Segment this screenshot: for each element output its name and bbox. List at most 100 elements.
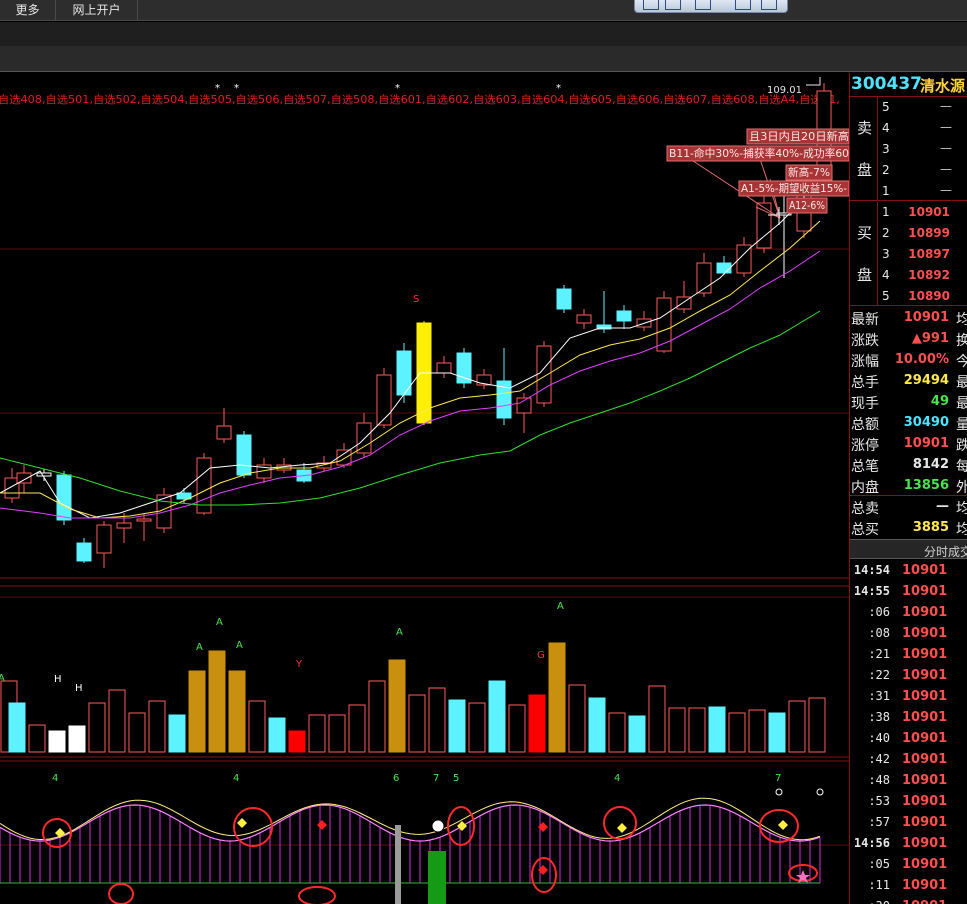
sell-level-row[interactable]: 3—	[880, 139, 967, 160]
level-number: 3	[882, 142, 890, 156]
tool-icon[interactable]	[665, 0, 681, 10]
volume-marker-h: H	[54, 674, 62, 685]
tick-row[interactable]: :11 10901	[850, 875, 967, 896]
tick-row[interactable]: :38 10901	[850, 707, 967, 728]
indicator-count: 4	[52, 773, 58, 784]
tick-row[interactable]: :57 10901	[850, 812, 967, 833]
stock-code[interactable]: 300437	[851, 74, 922, 94]
tick-row[interactable]: :53 10901	[850, 791, 967, 812]
tick-row[interactable]: 14:56 10901	[850, 833, 967, 854]
annotation-text: 且3日内且20日新高	[749, 129, 849, 143]
stat-value: 29494	[903, 373, 949, 388]
tick-time: :11	[868, 878, 890, 892]
volume-bar	[228, 670, 246, 753]
candle-body	[356, 422, 372, 454]
volume-marker-h: H	[75, 683, 83, 694]
tick-row[interactable]: :48 10901	[850, 770, 967, 791]
tick-price: 10901	[902, 626, 948, 641]
level-number: 2	[882, 163, 890, 177]
stat-label-secondary: 外	[956, 477, 967, 497]
stat-row: 最新 10901 均	[850, 307, 967, 328]
menu-open-account[interactable]: 网上开户	[56, 0, 138, 20]
volume-bar	[808, 697, 826, 753]
tick-list-title: 分时成交	[924, 545, 967, 559]
stat-value: 13856	[903, 478, 949, 493]
tick-row[interactable]: :05 10901	[850, 854, 967, 875]
tick-row[interactable]: :22 10901	[850, 665, 967, 686]
stat-row: 涨幅 10.00% 今	[850, 349, 967, 370]
stat-label-secondary: 最	[956, 372, 967, 392]
stat-label: 总买	[851, 522, 879, 538]
tick-row[interactable]: 14:55 10901	[850, 581, 967, 602]
volume-bar	[688, 707, 706, 753]
stat-label: 总额	[851, 417, 879, 433]
tick-price: 10901	[902, 878, 948, 893]
star-marker: *	[234, 83, 239, 94]
highlight-circle	[298, 886, 336, 904]
candle-body	[16, 472, 32, 484]
volume-layer	[0, 642, 826, 753]
sell-book-label: 盘	[857, 161, 873, 179]
stat-row: 涨跌 ▲991 换	[850, 328, 967, 349]
buy-level-row[interactable]: 4 10892	[880, 265, 967, 286]
stat-row: 总买 3885 均	[850, 517, 967, 538]
tool-icon[interactable]	[735, 0, 751, 10]
kline-chart[interactable]: 自选408,自选501,自选502,自选504,自选505,自选506,自选50…	[0, 73, 849, 904]
tick-row[interactable]: :08 10901	[850, 623, 967, 644]
toolbar-widget[interactable]	[634, 0, 788, 13]
volume-bar	[148, 700, 166, 753]
menu-more[interactable]: 更多	[0, 0, 56, 20]
stat-row: 内盘 13856 外	[850, 475, 967, 496]
candle-body	[216, 425, 232, 440]
volume-marker-a: A	[216, 617, 223, 628]
tick-row[interactable]: 14:54 10901	[850, 560, 967, 581]
buy-level-row[interactable]: 1 10901	[880, 202, 967, 223]
tick-row[interactable]: :42 10901	[850, 749, 967, 770]
stat-label: 最新	[851, 312, 879, 328]
stock-name[interactable]: 清水源	[920, 75, 965, 96]
tool-icon[interactable]	[761, 0, 777, 10]
sell-book-title: 卖 盘	[850, 97, 878, 201]
tick-row[interactable]: :31 10901	[850, 686, 967, 707]
quote-panel: 300437 清水源 卖 盘 5— 4— 3— 2— 1— 买 盘 1 10901…	[849, 73, 967, 904]
tick-row[interactable]: :30 10901	[850, 896, 967, 904]
volume-bar	[768, 712, 786, 753]
volume-bar	[568, 684, 586, 753]
volume-bar	[48, 730, 66, 753]
volume-bar	[788, 700, 806, 753]
tick-time: :31	[868, 689, 890, 703]
volume-bar	[528, 694, 546, 753]
tool-icon[interactable]	[643, 0, 659, 10]
tick-row[interactable]: :06 10901	[850, 602, 967, 623]
stat-value: ▲991	[911, 331, 949, 346]
stat-value: 8142	[912, 457, 949, 472]
buy-level-row[interactable]: 3 10897	[880, 244, 967, 265]
favorites-row[interactable]: 自选408,自选501,自选502,自选504,自选505,自选506,自选50…	[0, 93, 840, 106]
tick-time: :48	[868, 773, 890, 787]
buy-level-row[interactable]: 5 10890	[880, 286, 967, 307]
stat-label-secondary: 跌	[956, 435, 967, 455]
stat-label-secondary: 量	[956, 414, 967, 434]
volume-bar	[668, 707, 686, 753]
indicator-count: 7	[775, 773, 781, 784]
tick-row[interactable]: :21 10901	[850, 644, 967, 665]
sell-level-row[interactable]: 5—	[880, 97, 967, 118]
tick-price: 10901	[902, 857, 948, 872]
volume-bar	[728, 712, 746, 753]
moving-average-layer	[0, 172, 821, 519]
tick-list-header[interactable]: 分时成交	[850, 539, 967, 559]
tool-icon[interactable]	[695, 0, 711, 10]
sell-level-row[interactable]: 1—	[880, 181, 967, 202]
stat-label-secondary: 均	[956, 498, 967, 518]
stat-label: 涨停	[851, 438, 879, 454]
indicator-count: 5	[453, 773, 459, 784]
level-price: 10890	[908, 289, 950, 303]
sell-level-row[interactable]: 4—	[880, 118, 967, 139]
volume-marker-a: A	[236, 640, 243, 651]
buy-level-row[interactable]: 2 10899	[880, 223, 967, 244]
tick-row[interactable]: :40 10901	[850, 728, 967, 749]
stat-value: 49	[930, 394, 949, 409]
stock-header[interactable]: 300437 清水源	[850, 73, 967, 97]
level-number: 2	[882, 226, 890, 240]
sell-level-row[interactable]: 2—	[880, 160, 967, 181]
